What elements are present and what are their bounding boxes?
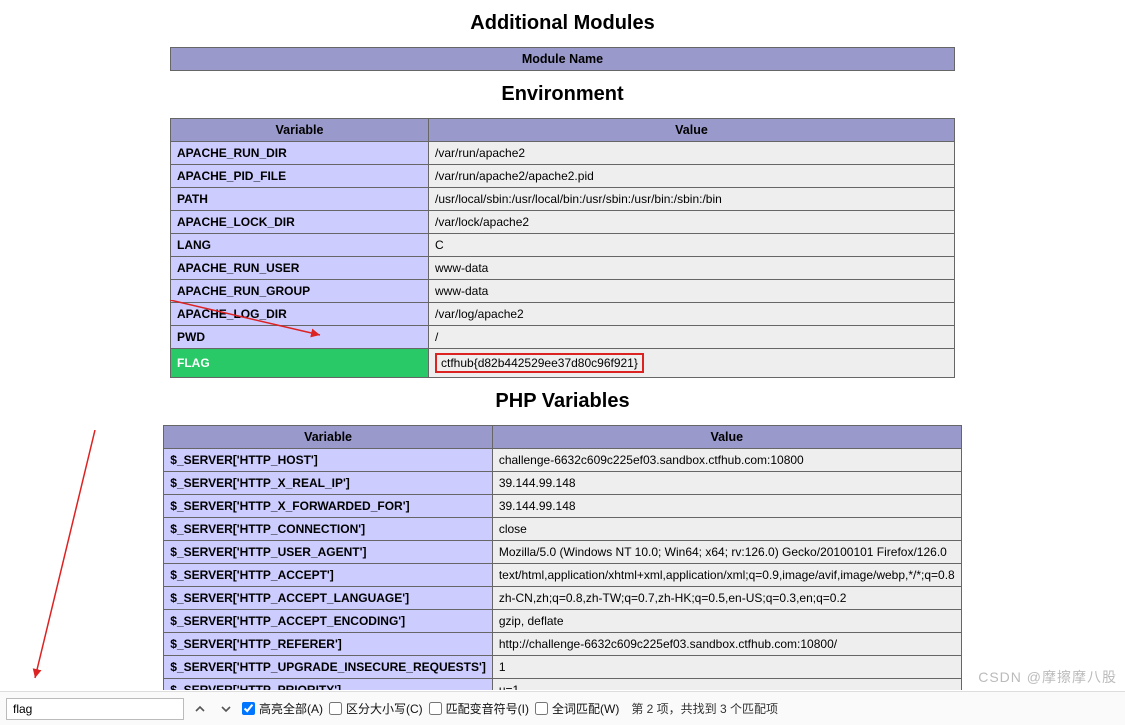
php-value: 1 bbox=[492, 656, 961, 679]
env-key: FLAG bbox=[171, 349, 429, 378]
flag-value-highlight: ctfhub{d82b442529ee37d80c96f921} bbox=[435, 353, 644, 373]
table-row: PWD/ bbox=[171, 326, 955, 349]
env-value: www-data bbox=[429, 280, 955, 303]
php-value: 39.144.99.148 bbox=[492, 495, 961, 518]
table-row: PATH/usr/local/sbin:/usr/local/bin:/usr/… bbox=[171, 188, 955, 211]
env-value: /var/run/apache2 bbox=[429, 142, 955, 165]
modules-table: Module Name bbox=[170, 47, 955, 71]
section-title-modules: Additional Modules bbox=[0, 12, 1125, 35]
env-value: www-data bbox=[429, 257, 955, 280]
php-value: challenge-6632c609c225ef03.sandbox.ctfhu… bbox=[492, 449, 961, 472]
table-row: $_SERVER['HTTP_ACCEPT']text/html,applica… bbox=[164, 564, 961, 587]
php-key: $_SERVER['HTTP_REFERER'] bbox=[164, 633, 493, 656]
env-value: /var/log/apache2 bbox=[429, 303, 955, 326]
env-key: APACHE_PID_FILE bbox=[171, 165, 429, 188]
table-row: $_SERVER['HTTP_UPGRADE_INSECURE_REQUESTS… bbox=[164, 656, 961, 679]
table-row: $_SERVER['HTTP_PRIORITY']u=1 bbox=[164, 679, 961, 691]
php-key: $_SERVER['HTTP_UPGRADE_INSECURE_REQUESTS… bbox=[164, 656, 493, 679]
match-case-checkbox[interactable]: 区分大小写(C) bbox=[329, 700, 423, 717]
php-value: close bbox=[492, 518, 961, 541]
search-input[interactable] bbox=[6, 698, 184, 720]
php-key: $_SERVER['HTTP_ACCEPT'] bbox=[164, 564, 493, 587]
php-key: $_SERVER['HTTP_PRIORITY'] bbox=[164, 679, 493, 691]
find-status: 第 2 项，共找到 3 个匹配项 bbox=[631, 700, 778, 717]
env-header-variable: Variable bbox=[171, 119, 429, 142]
env-value: C bbox=[429, 234, 955, 257]
env-key: APACHE_LOG_DIR bbox=[171, 303, 429, 326]
table-row: APACHE_LOG_DIR/var/log/apache2 bbox=[171, 303, 955, 326]
php-header-variable: Variable bbox=[164, 426, 493, 449]
whole-words-label: 全词匹配(W) bbox=[552, 700, 619, 717]
table-row: APACHE_RUN_USERwww-data bbox=[171, 257, 955, 280]
find-in-page-bar: 高亮全部(A) 区分大小写(C) 匹配变音符号(I) 全词匹配(W) 第 2 项… bbox=[0, 691, 1125, 725]
checkbox-input[interactable] bbox=[329, 702, 342, 715]
php-key: $_SERVER['HTTP_HOST'] bbox=[164, 449, 493, 472]
env-value: / bbox=[429, 326, 955, 349]
chevron-up-icon bbox=[194, 703, 206, 715]
php-value: zh-CN,zh;q=0.8,zh-TW;q=0.7,zh-HK;q=0.5,e… bbox=[492, 587, 961, 610]
table-row: $_SERVER['HTTP_ACCEPT_ENCODING']gzip, de… bbox=[164, 610, 961, 633]
table-row: $_SERVER['HTTP_USER_AGENT']Mozilla/5.0 (… bbox=[164, 541, 961, 564]
php-key: $_SERVER['HTTP_X_REAL_IP'] bbox=[164, 472, 493, 495]
php-key: $_SERVER['HTTP_CONNECTION'] bbox=[164, 518, 493, 541]
find-prev-button[interactable] bbox=[190, 699, 210, 719]
highlight-all-label: 高亮全部(A) bbox=[259, 700, 323, 717]
php-value: text/html,application/xhtml+xml,applicat… bbox=[492, 564, 961, 587]
diacritics-label: 匹配变音符号(I) bbox=[446, 700, 529, 717]
env-key: APACHE_RUN_USER bbox=[171, 257, 429, 280]
php-key: $_SERVER['HTTP_ACCEPT_ENCODING'] bbox=[164, 610, 493, 633]
php-key: $_SERVER['HTTP_USER_AGENT'] bbox=[164, 541, 493, 564]
env-value: /var/lock/apache2 bbox=[429, 211, 955, 234]
env-key: PWD bbox=[171, 326, 429, 349]
section-title-environment: Environment bbox=[0, 83, 1125, 106]
table-row: $_SERVER['HTTP_X_REAL_IP']39.144.99.148 bbox=[164, 472, 961, 495]
table-row: $_SERVER['HTTP_X_FORWARDED_FOR']39.144.9… bbox=[164, 495, 961, 518]
php-value: Mozilla/5.0 (Windows NT 10.0; Win64; x64… bbox=[492, 541, 961, 564]
env-key: APACHE_RUN_GROUP bbox=[171, 280, 429, 303]
table-row: $_SERVER['HTTP_CONNECTION']close bbox=[164, 518, 961, 541]
diacritics-checkbox[interactable]: 匹配变音符号(I) bbox=[429, 700, 529, 717]
env-value: /usr/local/sbin:/usr/local/bin:/usr/sbin… bbox=[429, 188, 955, 211]
table-row: $_SERVER['HTTP_REFERER']http://challenge… bbox=[164, 633, 961, 656]
chevron-down-icon bbox=[220, 703, 232, 715]
env-key: APACHE_RUN_DIR bbox=[171, 142, 429, 165]
php-header-value: Value bbox=[492, 426, 961, 449]
match-case-label: 区分大小写(C) bbox=[346, 700, 423, 717]
table-row: FLAG ctfhub{d82b442529ee37d80c96f921} bbox=[171, 349, 955, 378]
env-key: APACHE_LOCK_DIR bbox=[171, 211, 429, 234]
table-row: APACHE_PID_FILE/var/run/apache2/apache2.… bbox=[171, 165, 955, 188]
whole-words-checkbox[interactable]: 全词匹配(W) bbox=[535, 700, 619, 717]
php-key: $_SERVER['HTTP_ACCEPT_LANGUAGE'] bbox=[164, 587, 493, 610]
checkbox-input[interactable] bbox=[535, 702, 548, 715]
php-value: gzip, deflate bbox=[492, 610, 961, 633]
checkbox-input[interactable] bbox=[429, 702, 442, 715]
env-value: ctfhub{d82b442529ee37d80c96f921} bbox=[429, 349, 955, 378]
php-value: http://challenge-6632c609c225ef03.sandbo… bbox=[492, 633, 961, 656]
env-header-value: Value bbox=[429, 119, 955, 142]
php-key: $_SERVER['HTTP_X_FORWARDED_FOR'] bbox=[164, 495, 493, 518]
modules-header: Module Name bbox=[171, 48, 955, 71]
table-row: $_SERVER['HTTP_ACCEPT_LANGUAGE']zh-CN,zh… bbox=[164, 587, 961, 610]
table-row: $_SERVER['HTTP_HOST']challenge-6632c609c… bbox=[164, 449, 961, 472]
table-row: APACHE_RUN_DIR/var/run/apache2 bbox=[171, 142, 955, 165]
env-key: LANG bbox=[171, 234, 429, 257]
checkbox-input[interactable] bbox=[242, 702, 255, 715]
find-next-button[interactable] bbox=[216, 699, 236, 719]
env-key: PATH bbox=[171, 188, 429, 211]
table-row: APACHE_RUN_GROUPwww-data bbox=[171, 280, 955, 303]
php-value: u=1 bbox=[492, 679, 961, 691]
table-row: LANGC bbox=[171, 234, 955, 257]
section-title-php: PHP Variables bbox=[0, 390, 1125, 413]
env-value: /var/run/apache2/apache2.pid bbox=[429, 165, 955, 188]
php-value: 39.144.99.148 bbox=[492, 472, 961, 495]
table-row: APACHE_LOCK_DIR/var/lock/apache2 bbox=[171, 211, 955, 234]
php-variables-table: Variable Value $_SERVER['HTTP_HOST']chal… bbox=[163, 425, 961, 690]
highlight-all-checkbox[interactable]: 高亮全部(A) bbox=[242, 700, 323, 717]
environment-table: Variable Value APACHE_RUN_DIR/var/run/ap… bbox=[170, 118, 955, 378]
